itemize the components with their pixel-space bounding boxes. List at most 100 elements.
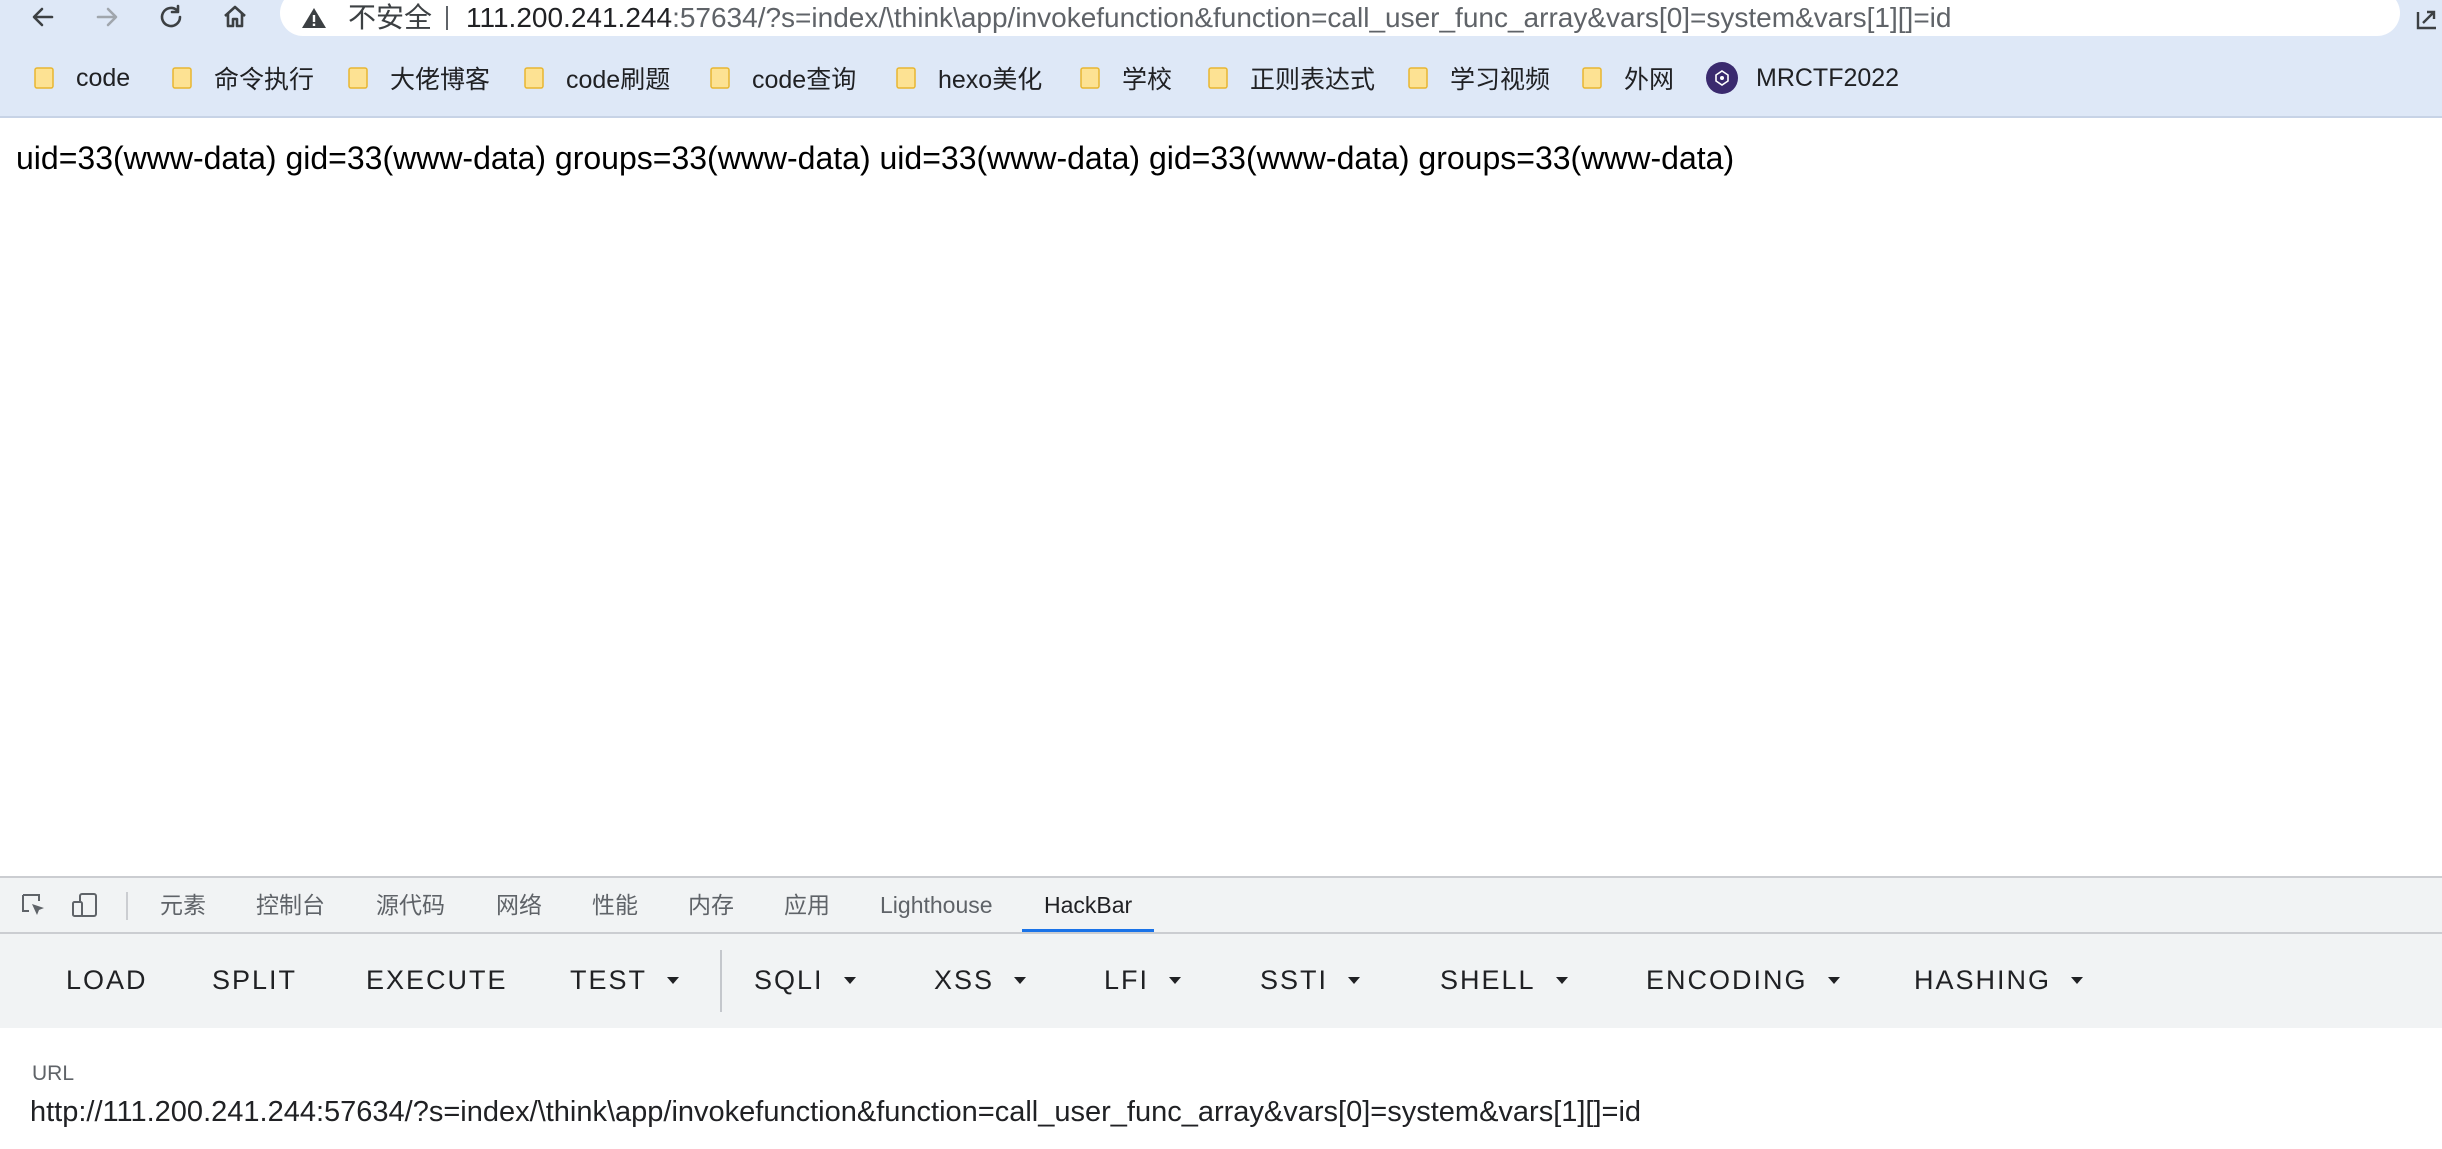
bookmark-label: code <box>76 63 131 92</box>
arrow-right-icon <box>96 7 118 27</box>
omnibox-divider <box>446 6 448 30</box>
button-label: XSS <box>934 965 995 995</box>
folder-icon <box>172 67 192 89</box>
tab-performance[interactable]: 性能 <box>592 878 638 932</box>
bookmark-label: 学校 <box>1122 66 1173 94</box>
button-label: ENCODING <box>1646 965 1808 995</box>
tab-elements[interactable]: 元素 <box>160 878 206 932</box>
device-toolbar-icon[interactable] <box>70 890 100 920</box>
caret-down-icon <box>1348 976 1361 984</box>
bookmark-folder[interactable]: code <box>32 58 130 98</box>
bookmark-folder[interactable]: hexo美化 <box>894 58 1042 98</box>
bookmark-label: hexo美化 <box>938 66 1043 94</box>
caret-down-icon <box>1555 976 1568 984</box>
button-label: SPLIT <box>212 965 298 995</box>
hackbar-toolbar: LOAD SPLIT EXECUTE TEST SQLI XSS LFI SST… <box>0 934 2442 1028</box>
hashing-dropdown[interactable]: HASHING <box>1914 960 2084 1000</box>
folder-icon <box>1208 67 1228 89</box>
caret-down-icon <box>843 976 856 984</box>
bookmark-label: 大佬博客 <box>390 66 491 94</box>
url-host: 111.200.241.244 <box>466 2 673 33</box>
bookmark-label: 学习视频 <box>1450 66 1551 94</box>
home-icon <box>224 5 246 28</box>
address-url[interactable]: 111.200.241.244:57634/?s=index/\think\ap… <box>466 0 1951 36</box>
folder-icon <box>1408 67 1428 89</box>
caret-down-icon <box>1169 976 1182 984</box>
home-button[interactable] <box>220 2 250 32</box>
ssti-dropdown[interactable]: SSTI <box>1260 960 1361 1000</box>
folder-icon <box>34 67 54 89</box>
browser-toolbar: 不安全 111.200.241.244:57634/?s=index/\thin… <box>0 0 2442 40</box>
folder-icon <box>1080 67 1100 89</box>
button-label: LFI <box>1104 965 1150 995</box>
encoding-dropdown[interactable]: ENCODING <box>1646 960 1840 1000</box>
security-label[interactable]: 不安全 <box>348 0 432 36</box>
tab-console[interactable]: 控制台 <box>256 878 325 932</box>
bookmark-label: code刷题 <box>566 66 671 94</box>
bookmark-folder[interactable]: 学习视频 <box>1406 58 1550 98</box>
execute-button[interactable]: EXECUTE <box>366 960 508 1000</box>
folder-icon <box>896 67 916 89</box>
folder-icon <box>348 67 368 89</box>
url-path: :57634/?s=index/\think\app/invokefunctio… <box>672 2 1952 33</box>
split-button[interactable]: SPLIT <box>212 960 297 1000</box>
hackbar-url-input[interactable] <box>30 1090 2410 1134</box>
devtools-panel: 元素 控制台 源代码 网络 性能 内存 应用 Lighthouse HackBa… <box>0 876 2442 1149</box>
button-label: TEST <box>570 965 648 995</box>
caret-down-icon <box>667 976 680 984</box>
tab-lighthouse[interactable]: Lighthouse <box>880 878 993 932</box>
button-label: SHELL <box>1440 965 1536 995</box>
shell-dropdown[interactable]: SHELL <box>1440 960 1568 1000</box>
warning-icon[interactable] <box>300 4 328 32</box>
folder-icon <box>710 67 730 89</box>
caret-down-icon <box>1014 976 1027 984</box>
bookmark-folder[interactable]: 命令执行 <box>170 58 314 98</box>
folder-icon <box>1582 67 1602 89</box>
url-field-label: URL <box>32 1062 75 1085</box>
button-label: HASHING <box>1914 965 2052 995</box>
tab-sources[interactable]: 源代码 <box>376 878 445 932</box>
bookmark-label: MRCTF2022 <box>1756 63 1900 92</box>
bookmark-folder[interactable]: 外网 <box>1580 58 1674 98</box>
bookmark-label: code查询 <box>752 66 857 94</box>
logo-icon <box>1715 70 1729 86</box>
button-label: LOAD <box>66 965 148 995</box>
back-button[interactable] <box>28 2 58 32</box>
bookmark-label: 正则表达式 <box>1250 66 1376 94</box>
caret-down-icon <box>2071 976 2084 984</box>
tab-network[interactable]: 网络 <box>496 878 542 932</box>
lfi-dropdown[interactable]: LFI <box>1104 960 1182 1000</box>
toolbar-divider <box>720 950 722 1012</box>
bookmark-mrctf[interactable]: MRCTF2022 <box>1706 58 1899 98</box>
button-label: SQLI <box>754 965 824 995</box>
xss-dropdown[interactable]: XSS <box>934 960 1027 1000</box>
test-dropdown[interactable]: TEST <box>570 960 680 1000</box>
inspect-element-icon[interactable] <box>18 890 48 920</box>
load-button[interactable]: LOAD <box>66 960 148 1000</box>
tab-hackbar[interactable]: HackBar <box>1022 878 1155 932</box>
tab-application[interactable]: 应用 <box>784 878 830 932</box>
caret-down-icon <box>1827 976 1840 984</box>
sqli-dropdown[interactable]: SQLI <box>754 960 856 1000</box>
button-label: SSTI <box>1260 965 1329 995</box>
reload-button[interactable] <box>156 2 186 32</box>
bookmark-label: 命令执行 <box>214 66 315 94</box>
tab-divider <box>126 892 128 920</box>
command-output: uid=33(www-data) gid=33(www-data) groups… <box>16 140 1735 176</box>
devtools-tab-bar: 元素 控制台 源代码 网络 性能 内存 应用 Lighthouse HackBa… <box>0 878 2442 934</box>
bookmarks-bar: code 命令执行 大佬博客 code刷题 code查询 hexo美化 学校 正… <box>0 40 2442 118</box>
arrow-left-icon <box>32 7 54 27</box>
forward-button[interactable] <box>92 2 122 32</box>
reload-icon <box>160 4 182 28</box>
bookmark-label: 外网 <box>1624 66 1675 94</box>
bookmark-folder[interactable]: 学校 <box>1078 58 1172 98</box>
bookmark-folder[interactable]: 大佬博客 <box>346 58 490 98</box>
tab-memory[interactable]: 内存 <box>688 878 734 932</box>
share-icon[interactable] <box>2412 4 2442 34</box>
button-label: EXECUTE <box>366 965 508 995</box>
bookmark-folder[interactable]: code刷题 <box>522 58 670 98</box>
bookmark-folder[interactable]: code查询 <box>708 58 856 98</box>
folder-icon <box>524 67 544 89</box>
site-favicon <box>1706 62 1738 94</box>
bookmark-folder[interactable]: 正则表达式 <box>1206 58 1375 98</box>
